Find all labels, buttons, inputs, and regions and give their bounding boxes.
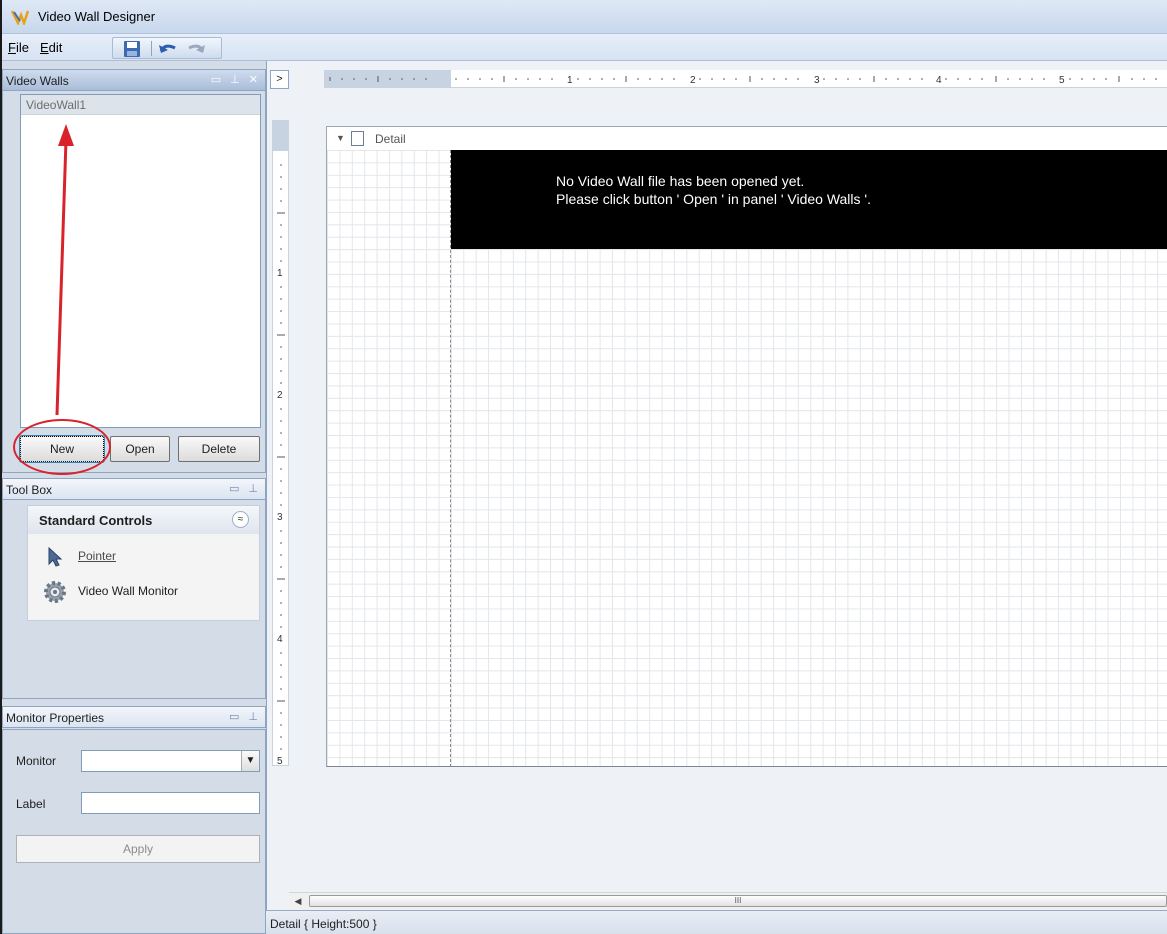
message-area: No Video Wall file has been opened yet. … [451, 150, 1167, 249]
detail-band-header[interactable]: ▼ Detail [326, 126, 1167, 150]
list-item-label: VideoWall1 [26, 98, 87, 112]
label-input[interactable] [81, 792, 260, 814]
horizontal-ruler: 1 2 3 4 5 [324, 70, 1167, 88]
standard-controls-header[interactable]: Standard Controls ≈ [28, 506, 259, 534]
ruler-label: 5 [277, 756, 283, 766]
tool-pointer-label: Pointer [78, 549, 117, 563]
apply-button[interactable]: Apply [16, 835, 260, 863]
app-logo-icon [11, 10, 29, 25]
scroll-left-icon[interactable]: ◀ [291, 894, 305, 908]
menu-bar: File Edit [2, 34, 1167, 61]
menu-file[interactable]: File [8, 40, 29, 55]
tool-video-wall-monitor-label: Video Wall Monitor [78, 584, 179, 598]
scroll-thumb[interactable]: III [309, 895, 1167, 907]
standard-controls-title: Standard Controls [39, 513, 153, 528]
panel-window-buttons[interactable]: ▭ ⊥ [229, 482, 261, 495]
open-button[interactable]: Open [110, 436, 170, 462]
toolbox-panel-title: Tool Box [6, 483, 53, 497]
list-item[interactable]: VideoWall1 [21, 95, 260, 115]
message-line-2: Please click button ' Open ' in panel ' … [556, 191, 871, 207]
pointer-icon [48, 547, 63, 567]
ruler-label: 2 [277, 390, 283, 401]
tool-video-wall-monitor[interactable]: Video Wall Monitor [42, 581, 252, 603]
chevron-right-icon[interactable]: > [270, 70, 289, 89]
vertical-ruler: 1 2 3 4 5 [272, 120, 289, 766]
status-bar: Detail { Height:500 } [266, 910, 1167, 934]
ruler-label: 1 [277, 268, 283, 279]
status-text: Detail { Height:500 } [270, 917, 377, 931]
ruler-label: 3 [814, 75, 820, 86]
ruler-ticks: 1 2 3 4 5 [277, 164, 285, 766]
standard-controls-group: Standard Controls ≈ Pointer Video Wall M… [27, 505, 260, 621]
monitor-field-label: Monitor [16, 754, 57, 768]
app-window: Video Wall Designer File Edit Video Wall… [0, 0, 1167, 934]
undo-icon[interactable] [157, 40, 179, 58]
toolbar-separator [151, 41, 152, 56]
panel-window-buttons[interactable]: ▭ ⊥ [229, 710, 261, 723]
label-field-label: Label [16, 797, 46, 811]
annotation-arrow [55, 124, 74, 416]
ruler-label: 3 [277, 512, 283, 523]
monitor-select[interactable]: ▼ [81, 750, 260, 772]
band-document-icon [351, 131, 364, 146]
message-line-1: No Video Wall file has been opened yet. [556, 173, 805, 189]
redo-icon[interactable] [185, 40, 207, 58]
toolbox-panel-header: Tool Box ▭ ⊥ [2, 478, 266, 500]
ruler-label: 1 [567, 75, 573, 86]
ruler-label: 5 [1059, 75, 1065, 86]
gear-icon [44, 581, 66, 603]
title-bar: Video Wall Designer [2, 0, 1167, 34]
ruler-label: 2 [690, 75, 696, 86]
video-walls-panel-title: Video Walls [6, 74, 69, 88]
delete-button[interactable]: Delete [178, 436, 260, 462]
window-title: Video Wall Designer [38, 9, 156, 24]
monitor-properties-panel-header: Monitor Properties ▭ ⊥ [2, 706, 266, 728]
save-icon[interactable] [121, 40, 143, 58]
expand-arrow-icon[interactable]: ▼ [336, 133, 345, 143]
chevron-down-icon[interactable]: ▼ [241, 751, 259, 771]
collapse-icon[interactable]: ≈ [232, 511, 249, 528]
video-walls-panel-header: Video Walls ▭ ⊥ ✕ [2, 69, 266, 91]
toolbar [112, 37, 222, 59]
ruler-label: 4 [936, 75, 942, 86]
panel-window-buttons[interactable]: ▭ ⊥ ✕ [211, 73, 261, 86]
horizontal-scrollbar[interactable]: ◀ III [289, 892, 1167, 909]
monitor-properties-panel-title: Monitor Properties [6, 711, 105, 725]
detail-band-title: Detail [375, 132, 406, 146]
menu-edit[interactable]: Edit [40, 40, 62, 55]
annotation-ellipse [13, 419, 111, 475]
ruler-ticks: 1 2 3 4 5 [329, 75, 1157, 86]
ruler-label: 4 [277, 634, 283, 645]
